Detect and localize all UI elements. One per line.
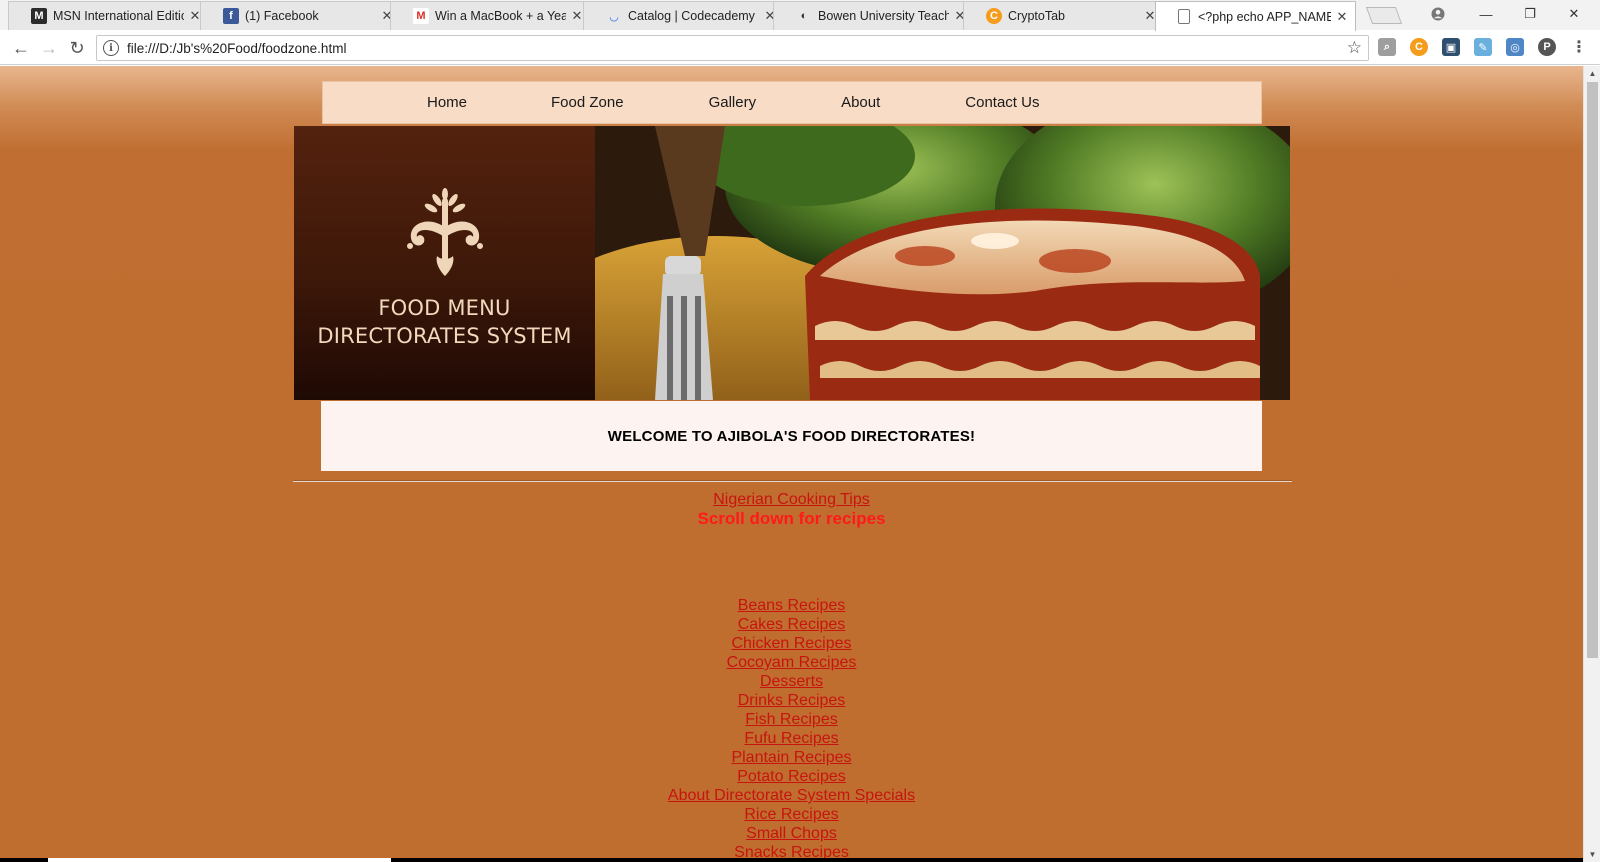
tab-bowen[interactable]: ◐ Bowen University Teachin ✕ <box>773 1 974 30</box>
recipe-link-cocoyam[interactable]: Cocoyam Recipes <box>0 653 1583 672</box>
tab-title: <?php echo APP_NAME <box>1198 9 1331 24</box>
cryptotab-extension-icon[interactable]: C <box>1410 38 1428 56</box>
browser-toolbar: ← → ↻ i file:///D:/Jb's%20Food/foodzone.… <box>0 30 1600 65</box>
nav-contact-us[interactable]: Contact Us <box>965 94 1039 111</box>
codecademy-icon: ◡ <box>609 10 619 23</box>
recipe-link-desserts[interactable]: Desserts <box>0 672 1583 691</box>
reload-button[interactable]: ↻ <box>64 35 90 61</box>
recipe-list: Beans Recipes Cakes Recipes Chicken Reci… <box>0 596 1583 862</box>
tab-title: Win a MacBook + a Year <box>435 9 566 23</box>
tab-title: (1) Facebook <box>245 9 319 23</box>
tab-facebook[interactable]: f (1) Facebook ✕ <box>200 1 401 30</box>
header-banner: FOOD MENU DIRECTORATES SYSTEM <box>294 126 1290 400</box>
facebook-icon: f <box>223 8 239 24</box>
horizontal-scrollbar-thumb[interactable] <box>48 858 391 862</box>
recipe-link-chicken[interactable]: Chicken Recipes <box>0 634 1583 653</box>
tab-title: Catalog | Codecademy <box>628 9 755 23</box>
recipe-link-small-chops[interactable]: Small Chops <box>0 824 1583 843</box>
bowen-icon: ◐ <box>800 10 808 22</box>
restore-button[interactable]: ❐ <box>1508 0 1552 28</box>
msn-icon: M <box>31 8 47 24</box>
fleur-ornament-icon <box>406 188 483 276</box>
minimize-button[interactable]: — <box>1464 0 1508 28</box>
forward-button[interactable]: → <box>36 35 62 61</box>
nav-gallery[interactable]: Gallery <box>709 94 757 111</box>
scroll-note: Scroll down for recipes <box>697 509 886 528</box>
profile-icon[interactable] <box>1416 0 1460 28</box>
recipe-link-cakes[interactable]: Cakes Recipes <box>0 615 1583 634</box>
brand-title-line-1: FOOD MENU <box>378 296 511 320</box>
recipe-link-rice[interactable]: Rice Recipes <box>0 805 1583 824</box>
address-bar[interactable]: i file:///D:/Jb's%20Food/foodzone.html ☆ <box>96 35 1369 61</box>
url-text: file:///D:/Jb's%20Food/foodzone.html <box>127 40 347 56</box>
page-icon <box>1178 9 1190 24</box>
cryptotab-icon: C <box>986 8 1002 24</box>
screenshot-extension-icon[interactable]: ▣ <box>1442 38 1460 56</box>
recipe-link-plantain[interactable]: Plantain Recipes <box>0 748 1583 767</box>
nav-food-zone[interactable]: Food Zone <box>551 94 624 111</box>
welcome-box: WELCOME TO AJIBOLA'S FOOD DIRECTORATES! <box>321 401 1262 471</box>
recipe-link-fufu[interactable]: Fufu Recipes <box>0 729 1583 748</box>
recipe-link-beans[interactable]: Beans Recipes <box>0 596 1583 615</box>
tab-active-page[interactable]: <?php echo APP_NAME ✕ <box>1155 1 1356 31</box>
welcome-heading: WELCOME TO AJIBOLA'S FOOD DIRECTORATES! <box>607 427 976 445</box>
scroll-down-icon[interactable]: ▼ <box>1584 847 1600 862</box>
back-button[interactable]: ← <box>8 35 34 61</box>
tab-title: Bowen University Teachin <box>818 9 949 23</box>
search-extension-icon[interactable]: ⌕ <box>1378 38 1396 56</box>
vertical-scrollbar[interactable]: ▲ ▼ <box>1583 66 1600 862</box>
recipe-link-drinks[interactable]: Drinks Recipes <box>0 691 1583 710</box>
info-icon[interactable]: i <box>103 40 119 56</box>
recipe-link-fish[interactable]: Fish Recipes <box>0 710 1583 729</box>
menu-icon[interactable]: ⋮ <box>1570 38 1588 56</box>
page-viewport: Home Food Zone Gallery About Contact Us <box>0 66 1583 862</box>
tab-cryptotab[interactable]: C CryptoTab ✕ <box>963 1 1164 30</box>
scroll-up-icon[interactable]: ▲ <box>1584 66 1600 81</box>
brand-panel: FOOD MENU DIRECTORATES SYSTEM <box>294 126 595 400</box>
nav-menu: Home Food Zone Gallery About Contact Us <box>322 81 1262 124</box>
scrollbar-thumb[interactable] <box>1587 82 1598 658</box>
new-tab-button[interactable] <box>1365 7 1403 24</box>
tab-gmail[interactable]: M Win a MacBook + a Year ✕ <box>390 1 591 30</box>
nav-home[interactable]: Home <box>427 94 467 111</box>
close-icon[interactable]: ✕ <box>570 8 584 24</box>
nav-about[interactable]: About <box>841 94 880 111</box>
tab-msn[interactable]: M MSN International Edition ✕ <box>8 1 209 30</box>
gmail-icon: M <box>413 8 429 24</box>
bookmark-star-icon[interactable]: ☆ <box>1347 38 1362 58</box>
edit-extension-icon[interactable]: ✎ <box>1474 38 1492 56</box>
lasagna-photo <box>595 126 1290 400</box>
tab-codecademy[interactable]: ◡ Catalog | Codecademy ✕ <box>583 1 784 30</box>
recipe-link-specials[interactable]: About Directorate System Specials <box>0 786 1583 805</box>
brand-title-line-2: DIRECTORATES SYSTEM <box>317 324 572 348</box>
window-close-button[interactable]: ✕ <box>1552 0 1596 28</box>
horizontal-scrollbar[interactable] <box>0 858 1583 862</box>
nigerian-cooking-tips-link[interactable]: Nigerian Cooking Tips <box>0 490 1583 509</box>
tips-section: Nigerian Cooking Tips Scroll down for re… <box>0 490 1583 528</box>
tab-title: CryptoTab <box>1008 9 1065 23</box>
close-icon[interactable]: ✕ <box>1335 9 1349 25</box>
tab-title: MSN International Edition <box>53 9 184 23</box>
recipe-link-potato[interactable]: Potato Recipes <box>0 767 1583 786</box>
pinterest-extension-icon[interactable]: P <box>1538 38 1556 56</box>
tab-strip: M MSN International Edition ✕ f (1) Face… <box>0 0 1600 31</box>
divider <box>293 480 1292 482</box>
cast-extension-icon[interactable]: ◎ <box>1506 38 1524 56</box>
